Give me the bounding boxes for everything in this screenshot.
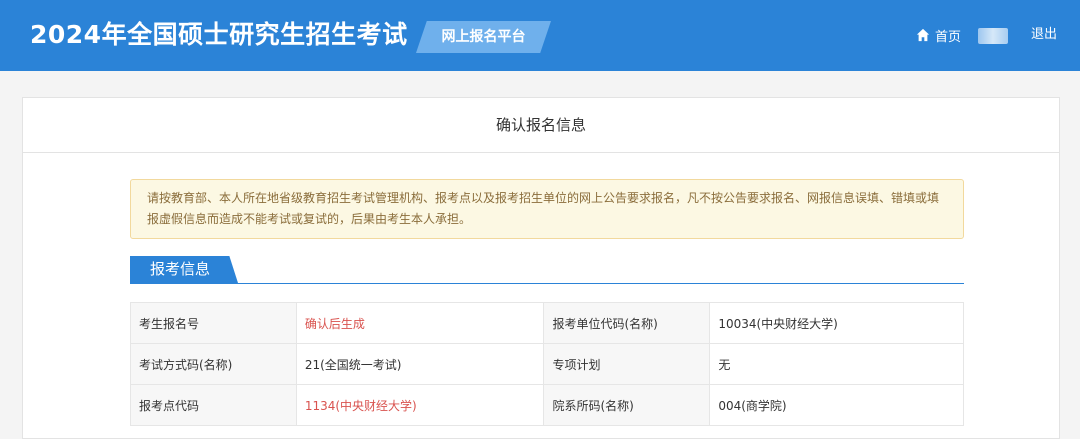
field-value: 10034(中央财经大学) bbox=[709, 302, 964, 344]
info-table: 考生报名号 确认后生成 报考单位代码(名称) 10034(中央财经大学) 考试方式码(名… bbox=[130, 302, 964, 426]
home-link-label: 首页 bbox=[935, 29, 962, 45]
notice-box: 请按教育部、本人所在地省级教育招生考试管理机构、报考点以及报考招生单位的网上公告… bbox=[130, 179, 964, 239]
section-tab: 报考信息 bbox=[130, 256, 238, 283]
section-header: 报考信息 bbox=[130, 256, 964, 284]
user-name-redacted bbox=[978, 28, 1008, 44]
confirm-panel: 确认报名信息 请按教育部、本人所在地省级教育招生考试管理机构、报考点以及报考招生… bbox=[22, 97, 1060, 439]
panel-title: 确认报名信息 bbox=[23, 98, 1059, 153]
field-label: 考生报名号 bbox=[130, 302, 297, 344]
site-title: 2024年全国硕士研究生招生考试 bbox=[30, 20, 408, 49]
field-label: 考试方式码(名称) bbox=[130, 343, 297, 385]
field-value: 无 bbox=[709, 343, 964, 385]
logout-link[interactable]: 退出 bbox=[1031, 25, 1057, 45]
table-row: 考试方式码(名称) 21(全国统一考试) 专项计划无 bbox=[130, 343, 964, 385]
field-label: 报考点代码 bbox=[130, 384, 297, 426]
field-value: 确认后生成 bbox=[295, 302, 545, 344]
table-row: 考生报名号 确认后生成 报考单位代码(名称) 10034(中央财经大学) bbox=[130, 302, 964, 344]
section-title: 报考信息 bbox=[149, 260, 210, 278]
top-header: 2024年全国硕士研究生招生考试 网上报名平台 首页 退出 bbox=[0, 0, 1080, 71]
platform-tag-label: 网上报名平台 bbox=[441, 29, 526, 45]
home-link[interactable]: 首页 bbox=[916, 25, 961, 45]
field-label: 院系所码(名称) bbox=[543, 384, 711, 426]
table-row: 报考点代码 1134(中央财经大学) 院系所码(名称) 004(商学院) bbox=[130, 384, 964, 426]
platform-tag: 网上报名平台 bbox=[416, 21, 551, 53]
field-label: 专项计划 bbox=[543, 343, 711, 385]
field-value: 1134(中央财经大学) bbox=[295, 384, 545, 426]
field-value: 004(商学院) bbox=[709, 384, 964, 426]
field-label: 报考单位代码(名称) bbox=[543, 302, 711, 344]
home-icon bbox=[916, 28, 930, 42]
field-value: 21(全国统一考试) bbox=[295, 343, 545, 385]
